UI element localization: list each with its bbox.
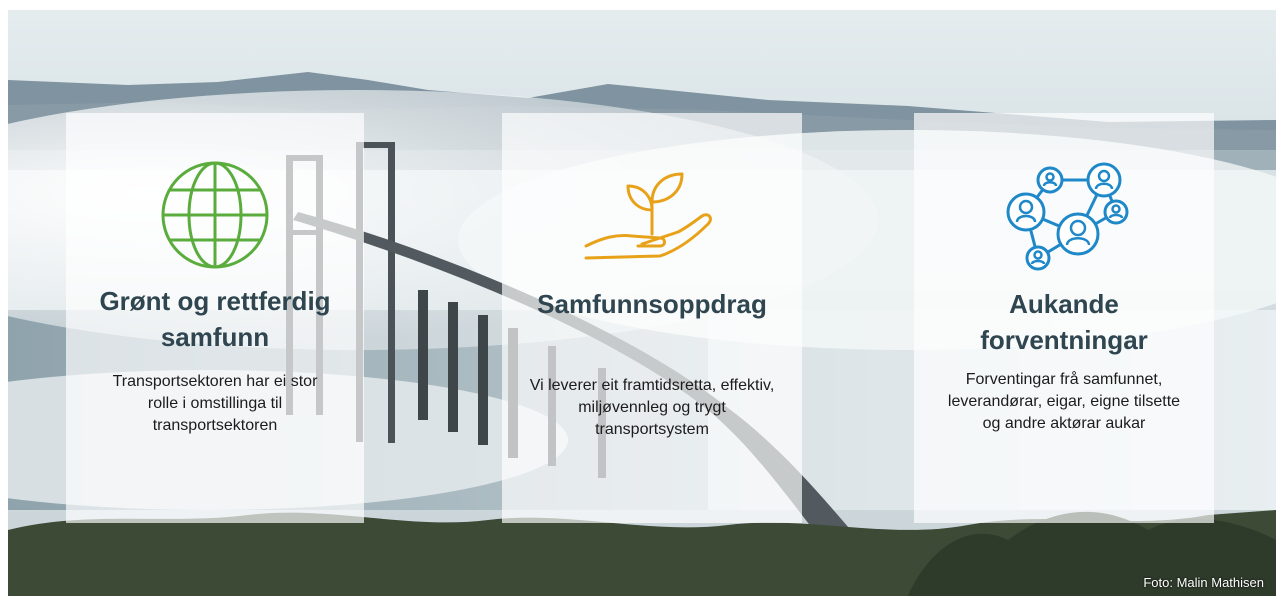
background-photo: Grønt og rettferdig samfunn Transportsek…: [8, 10, 1276, 596]
card-title: Samfunnsoppdrag: [537, 289, 767, 319]
card-body: Forventingar frå samfunnet, leverandørar…: [947, 371, 1181, 432]
card-title: Aukande forventningar: [980, 289, 1148, 355]
network-people-icon-graphic: [1006, 162, 1129, 271]
globe-icon-graphic: [161, 161, 268, 269]
card-body: Transportsektoren har ei stor rolle i om…: [112, 373, 318, 434]
card-title: Grønt og rettferdig samfunn: [99, 286, 331, 352]
card-body: Vi leverer eit framtidsretta, effektiv, …: [529, 377, 775, 438]
card-green-fair-society: Grønt og rettferdig samfunn Transportsek…: [66, 113, 364, 523]
globe-icon: [66, 158, 364, 273]
hand-sprout-icon: [502, 158, 802, 273]
network-people-icon: [914, 158, 1214, 273]
photo-credit: Foto: Malin Mathisen: [1143, 575, 1264, 590]
hand-sprout-icon-graphic: [584, 172, 712, 260]
card-society-mission: Samfunnsoppdrag Vi leverer eit framtidsr…: [502, 113, 802, 523]
card-increasing-expectations: Aukande forventningar Forventingar frå s…: [914, 113, 1214, 523]
